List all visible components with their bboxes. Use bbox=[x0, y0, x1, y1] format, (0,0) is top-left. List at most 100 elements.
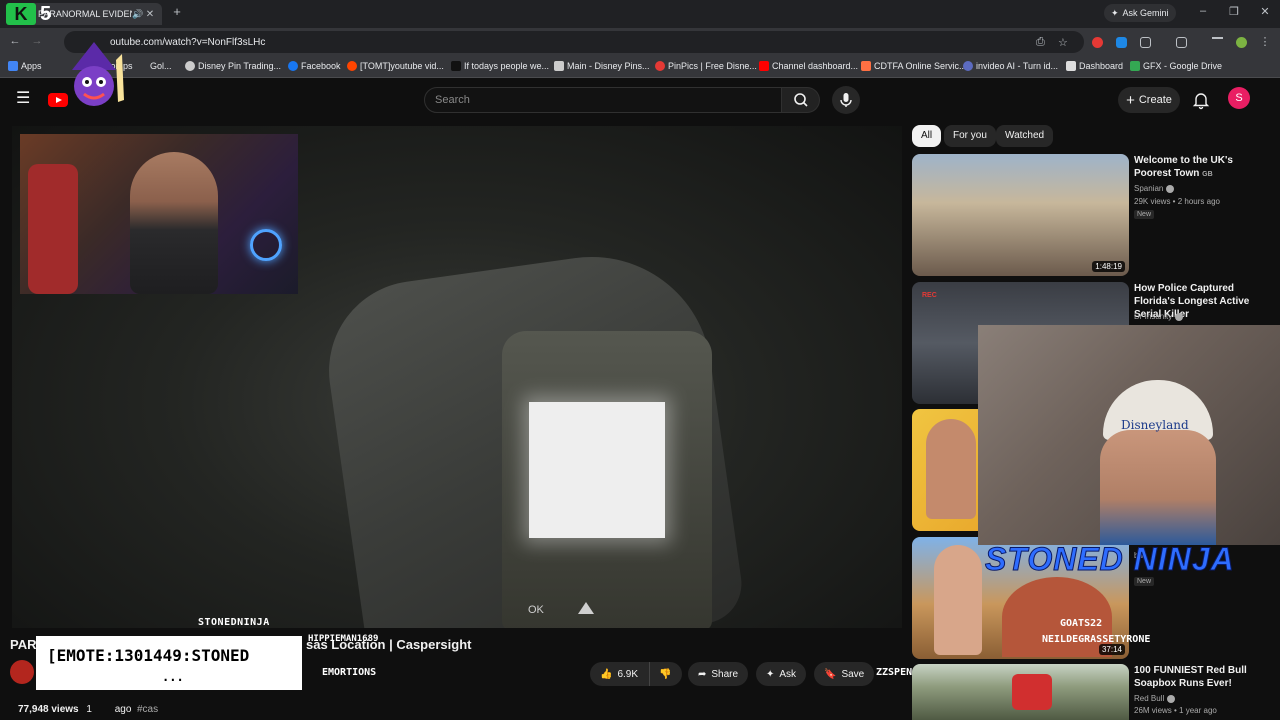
youtube-studio-icon bbox=[759, 61, 769, 71]
video-duration: 1:48:19 bbox=[1092, 261, 1125, 272]
tiktok-icon bbox=[451, 61, 461, 71]
streamer-webcam bbox=[20, 134, 298, 294]
url-text: outube.com/watch?v=NonFlf3sLHc bbox=[110, 36, 266, 48]
bookmark-label: Disney Pin Trading... bbox=[198, 61, 282, 71]
account-avatar[interactable]: S bbox=[1228, 87, 1250, 109]
ask-gemini-label: Ask Gemini bbox=[1122, 8, 1169, 18]
video-thumbnail[interactable] bbox=[912, 664, 1129, 720]
verified-icon bbox=[1167, 694, 1176, 703]
browser-toolbar: ← → outube.com/watch?v=NonFlf3sLHc ⎙ ☆ ⋮ bbox=[0, 28, 1280, 56]
new-badge: New bbox=[1134, 577, 1155, 586]
bookmark-todays-people[interactable]: If todays people we... bbox=[451, 61, 549, 71]
recommendation-title[interactable]: 100 FUNNIEST Red Bull Soapbox Runs Ever! bbox=[1134, 664, 1270, 690]
chip-for-you[interactable]: For you bbox=[944, 125, 996, 147]
share-label: Share bbox=[711, 668, 739, 680]
wizard-mascot-icon bbox=[72, 42, 124, 106]
bookmark-label: Apps bbox=[21, 61, 42, 71]
browser-tab-strip: PARANORMAL EVIDENCE C 🔊 ✕ + ✦ Ask Gemini… bbox=[0, 0, 1280, 28]
bookmark-gfx-drive[interactable]: GFX - Google Drive bbox=[1130, 61, 1222, 71]
stream-logo: K bbox=[6, 3, 36, 25]
hamburger-menu-icon[interactable]: ☰ bbox=[16, 90, 34, 108]
description-hashtag[interactable]: #cas bbox=[137, 704, 158, 715]
close-window-icon[interactable]: ✕ bbox=[1258, 5, 1272, 18]
upload-date-partial: 1 bbox=[86, 704, 92, 715]
like-button[interactable]: 👍 6.9K bbox=[590, 662, 650, 686]
back-arrow-icon[interactable]: ← bbox=[8, 35, 22, 47]
close-tab-icon[interactable]: ✕ bbox=[144, 9, 156, 20]
description-stats[interactable]: 77,948 views 1 ago bbox=[18, 704, 131, 715]
recommendation-title[interactable]: Welcome to the UK's Poorest Town GB bbox=[1134, 154, 1270, 181]
bookmark-pinpics[interactable]: PinPics | Free Disne... bbox=[655, 61, 757, 71]
video-thumbnail[interactable]: 1:48:19 bbox=[912, 154, 1129, 276]
notifications-button[interactable] bbox=[1190, 89, 1212, 111]
browser-menu-icon[interactable]: ⋮ bbox=[1258, 35, 1272, 48]
voice-search-button[interactable] bbox=[832, 86, 860, 114]
chip-all[interactable]: All bbox=[912, 125, 942, 147]
bookmark-disney-pin-trading[interactable]: Disney Pin Trading... bbox=[185, 61, 281, 71]
downloads-icon[interactable] bbox=[1212, 37, 1223, 48]
share-button[interactable]: ➦ Share bbox=[688, 662, 749, 686]
thumbnail-soapbox-car bbox=[1012, 674, 1052, 710]
side-panel-icon[interactable] bbox=[1176, 37, 1187, 48]
globe-icon bbox=[185, 61, 195, 71]
chip-watched[interactable]: Watched bbox=[996, 125, 1054, 147]
video-player[interactable]: OK STONEDNINJA bbox=[12, 126, 902, 628]
bookmark-dashboard[interactable]: Dashboard bbox=[1066, 61, 1123, 71]
bookmark-cdtfa[interactable]: CDTFA Online Servic... bbox=[861, 61, 967, 71]
restore-window-icon[interactable]: ❐ bbox=[1227, 5, 1241, 18]
recommendation-channel[interactable]: Red Bull bbox=[1134, 694, 1176, 703]
invideo-icon bbox=[963, 61, 973, 71]
sparkle-icon: ✦ bbox=[766, 668, 775, 680]
recommendation-item[interactable]: 100 FUNNIEST Red Bull Soapbox Runs Ever!… bbox=[912, 664, 1272, 720]
ask-label: Ask bbox=[779, 668, 797, 680]
search-icon bbox=[794, 93, 808, 107]
bookmark-label: Channel dashboard... bbox=[772, 61, 859, 71]
ask-button[interactable]: ✦ Ask bbox=[756, 662, 807, 686]
second-webcam: Disneyland bbox=[978, 325, 1280, 545]
forward-arrow-icon[interactable]: → bbox=[30, 35, 44, 47]
upload-date-ago: ago bbox=[114, 704, 132, 715]
bell-icon bbox=[1192, 93, 1210, 110]
emote-dots: ... bbox=[162, 670, 184, 684]
speaker-icon[interactable]: 🔊 bbox=[132, 9, 144, 20]
recommendation-title-text: Welcome to the UK's Poorest Town bbox=[1134, 155, 1233, 179]
install-app-icon[interactable]: ⎙ bbox=[1036, 36, 1045, 49]
dislike-button[interactable]: 👎 bbox=[650, 662, 682, 686]
bookmark-gol[interactable]: Gol... bbox=[150, 61, 172, 71]
stream-title-overlay: STONED NINJA bbox=[985, 541, 1235, 578]
minimize-window-icon[interactable]: – bbox=[1196, 5, 1210, 17]
bookmark-apps[interactable]: Apps bbox=[8, 61, 42, 71]
bookmark-tomt[interactable]: [TOMT]youtube vid... bbox=[347, 61, 444, 71]
create-button[interactable]: + Create bbox=[1118, 87, 1180, 113]
chat-emote-popup: [EMOTE:1301449:STONED ... bbox=[36, 636, 302, 690]
recommendation-channel[interactable]: Dr Insanity bbox=[1134, 312, 1184, 321]
address-bar[interactable]: outube.com/watch?v=NonFlf3sLHc bbox=[64, 31, 1084, 53]
recommendation-item[interactable]: 1:48:19 Welcome to the UK's Poorest Town… bbox=[912, 154, 1272, 278]
bookmark-star-icon[interactable]: ☆ bbox=[1058, 36, 1068, 49]
dashboard-icon bbox=[1066, 61, 1076, 71]
bookmark-facebook[interactable]: Facebook bbox=[288, 61, 341, 71]
tab-title: PARANORMAL EVIDENCE C bbox=[38, 9, 132, 19]
webcam-chair bbox=[28, 164, 78, 294]
ask-gemini-button[interactable]: ✦ Ask Gemini bbox=[1104, 4, 1176, 22]
search-button[interactable] bbox=[782, 87, 820, 113]
bookmark-channel-dashboard[interactable]: Channel dashboard... bbox=[759, 61, 858, 71]
search-input[interactable]: Search bbox=[424, 87, 782, 113]
channel-avatar[interactable] bbox=[10, 660, 34, 684]
bookmark-label: Facebook bbox=[301, 61, 341, 71]
bookmark-main-disney-pins[interactable]: Main - Disney Pins... bbox=[554, 61, 650, 71]
extension-blue-icon[interactable] bbox=[1116, 37, 1127, 48]
new-tab-button[interactable]: + bbox=[170, 5, 184, 19]
bookmark-invideo[interactable]: invideo AI - Turn id... bbox=[963, 61, 1058, 71]
recommendation-channel[interactable]: Spanian bbox=[1134, 184, 1175, 193]
webcam-streamer bbox=[130, 152, 218, 294]
extensions-puzzle-icon[interactable] bbox=[1140, 37, 1151, 48]
bookmark-label: CDTFA Online Servic... bbox=[874, 61, 967, 71]
save-button[interactable]: 🔖 Save bbox=[814, 662, 875, 686]
profile-extension-icon[interactable] bbox=[1236, 37, 1247, 48]
stream-logo-number: 5 bbox=[40, 3, 52, 25]
extension-red-icon[interactable] bbox=[1092, 37, 1103, 48]
screen: PARANORMAL EVIDENCE C 🔊 ✕ + ✦ Ask Gemini… bbox=[0, 0, 1280, 720]
recommendation-meta: 26M views • 1 year ago bbox=[1134, 706, 1217, 715]
bookmark-label: [TOMT]youtube vid... bbox=[360, 61, 444, 71]
